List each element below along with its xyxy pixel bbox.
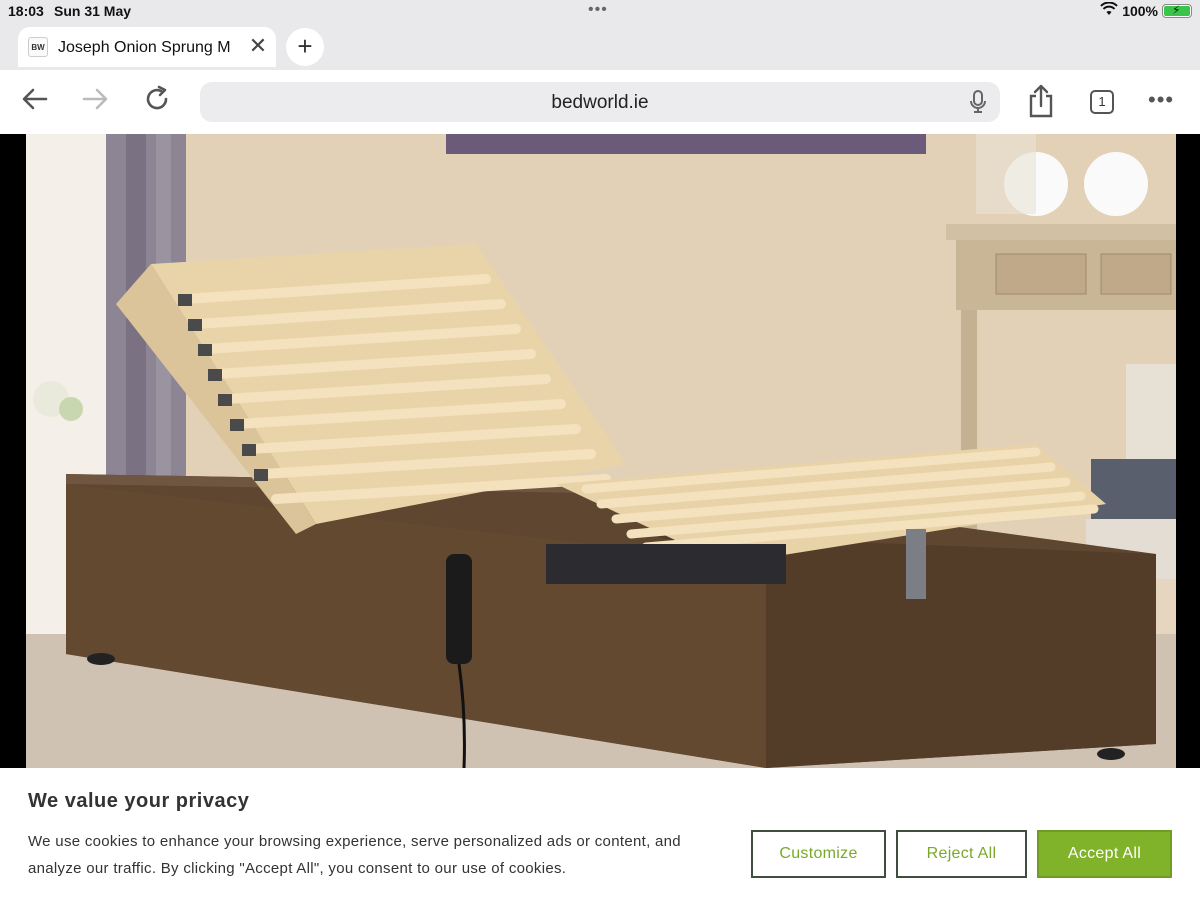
cookie-description: We use cookies to enhance your browsing … [28,833,681,877]
browser-toolbar: bedworld.ie 1 ••• [0,70,1200,134]
site-favicon-icon: BW [28,37,48,57]
tab-bar: BW Joseph Onion Sprung M ✕ + [0,24,1200,70]
status-right: 100% ⚡ [1100,1,1192,19]
share-icon [1029,84,1053,118]
tab-count-button[interactable]: 1 [1090,90,1114,114]
cookie-heading: We value your privacy [28,790,250,812]
reload-icon [146,85,168,110]
browser-tab[interactable]: BW Joseph Onion Sprung M ✕ [18,27,276,67]
adjustable-bed-photo [26,134,1176,768]
page-content [0,134,1200,768]
more-options-icon[interactable]: ••• [1148,89,1174,111]
cookie-consent-banner: We value your privacy We use cookies to … [0,768,1200,900]
share-button[interactable] [1026,84,1056,118]
address-bar[interactable]: bedworld.ie [200,82,1000,122]
status-date: Sun 31 May [54,3,132,19]
status-bar: 18:03 Sun 31 May ••• 100% ⚡ [0,0,1200,24]
new-tab-button[interactable]: + [286,28,324,66]
tab-title: Joseph Onion Sprung M [58,39,231,56]
multitask-dots-icon[interactable]: ••• [588,2,608,18]
accept-all-button[interactable]: Accept All [1037,830,1172,878]
wifi-icon [1100,1,1118,19]
forward-button[interactable] [80,84,116,120]
battery-percent: 100% [1122,2,1158,19]
battery-icon: ⚡ [1162,3,1192,18]
arrow-left-icon [22,88,48,110]
url-text: bedworld.ie [551,92,649,113]
reload-button[interactable] [142,84,178,120]
close-icon[interactable]: ✕ [246,33,270,59]
back-button[interactable] [20,84,56,120]
arrow-right-icon [82,88,108,110]
customize-button[interactable]: Customize [751,830,886,878]
microphone-icon[interactable] [968,90,988,114]
reject-all-button[interactable]: Reject All [896,830,1027,878]
status-time: 18:03 [8,3,44,19]
